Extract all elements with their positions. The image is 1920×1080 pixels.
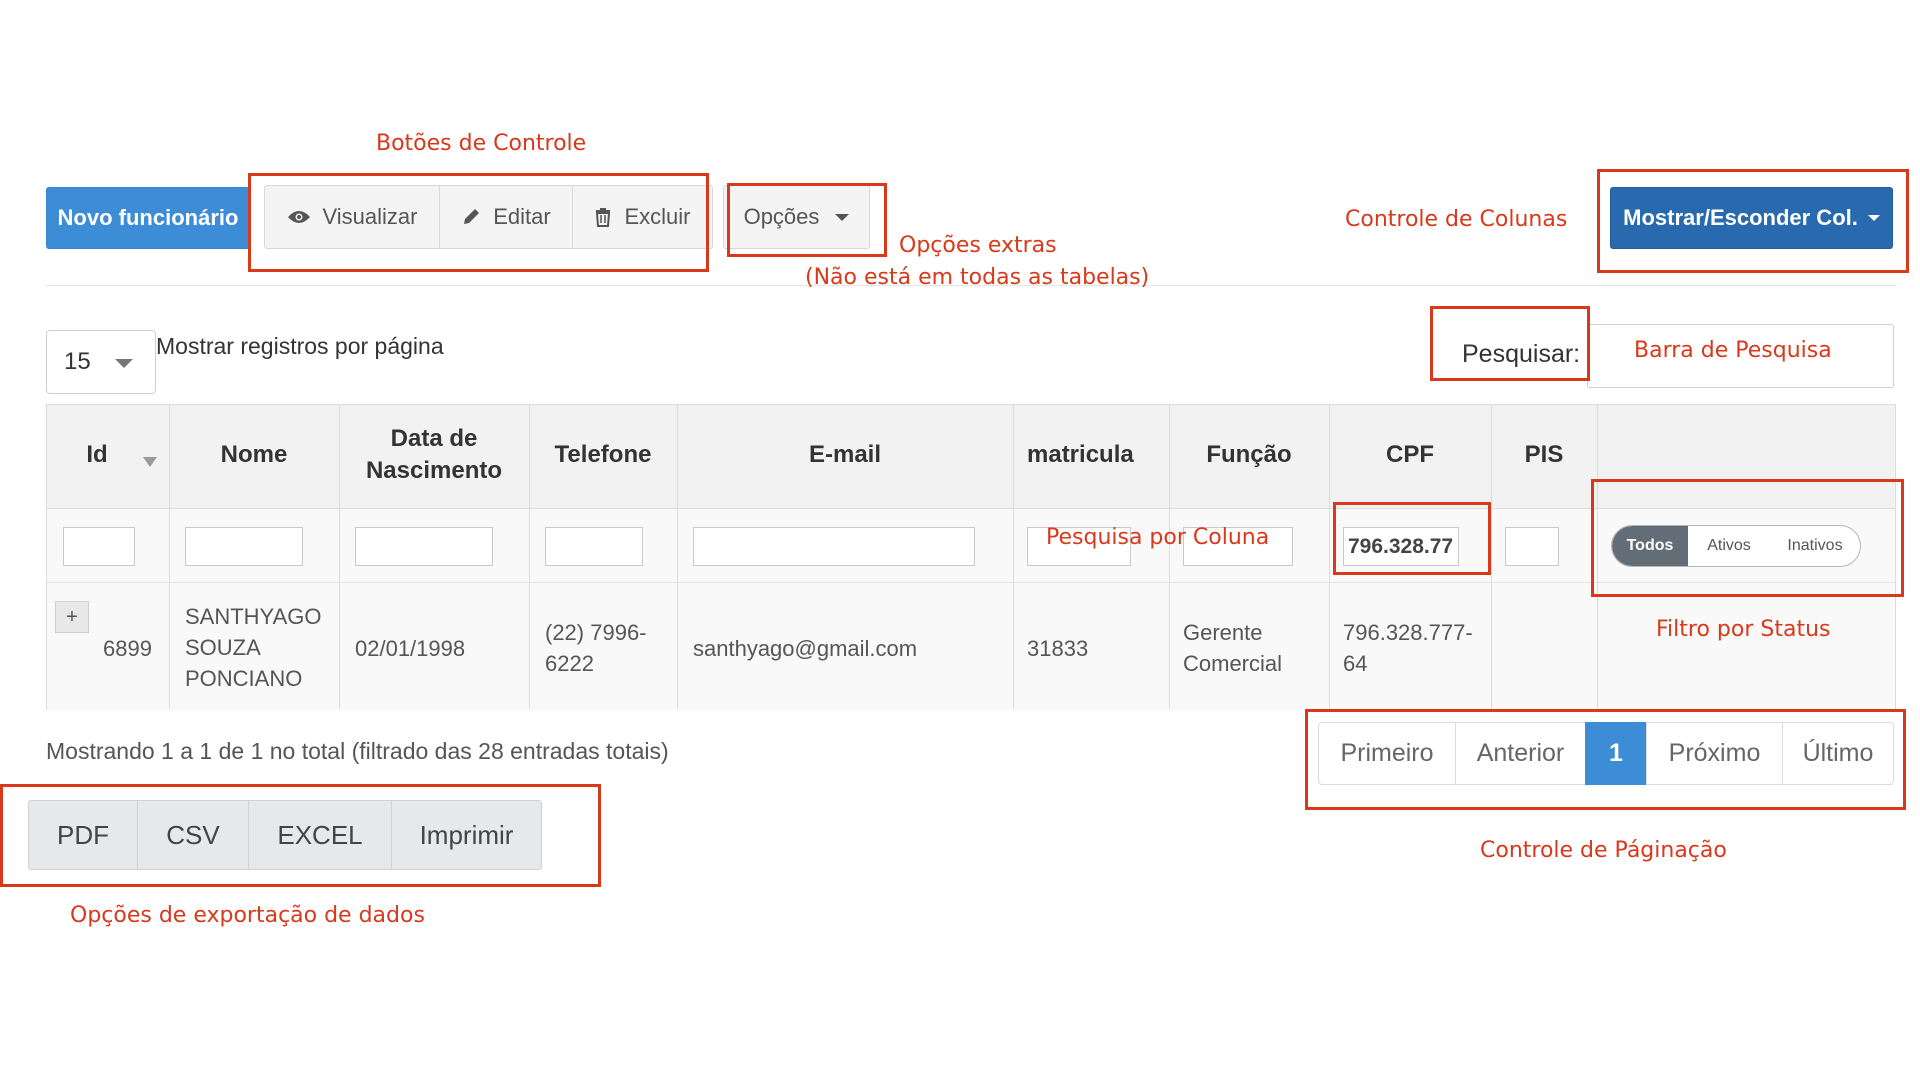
filter-nascimento-input[interactable] xyxy=(355,527,493,566)
cell-nascimento: 02/01/1998 xyxy=(355,636,466,661)
annotation-box-pagination xyxy=(1305,709,1906,810)
column-header-id[interactable]: Id xyxy=(47,439,147,471)
column-header-pis[interactable]: PIS xyxy=(1491,439,1597,471)
annotation-search-bar: Barra de Pesquisa xyxy=(1634,338,1832,363)
table-info-text: Mostrando 1 a 1 de 1 no total (filtrado … xyxy=(46,738,669,764)
cell-email: santhyago@gmail.com xyxy=(693,636,918,661)
column-header-telefone[interactable]: Telefone xyxy=(529,439,677,471)
cell-id: 6899 xyxy=(103,636,152,661)
annotation-box-export xyxy=(0,784,601,887)
column-header-email[interactable]: E-mail xyxy=(677,439,1013,471)
sort-desc-icon xyxy=(143,457,157,467)
annotation-box-status-filter xyxy=(1591,479,1904,597)
column-divider xyxy=(339,405,340,709)
cell-nome: SANTHYAGO SOUZA PONCIANO xyxy=(185,604,322,691)
cell-funcao: Gerente Comercial xyxy=(1183,620,1283,676)
new-employee-button[interactable]: Novo funcionário xyxy=(46,187,250,249)
cell-cpf: 796.328.777- 64 xyxy=(1343,620,1473,676)
page-length-label: Mostrar registros por página xyxy=(156,333,444,359)
caret-down-icon xyxy=(115,359,133,368)
column-header-nascimento[interactable]: Data de Nascimento xyxy=(359,423,509,487)
annotation-box-control-buttons xyxy=(248,173,709,272)
cell-telefone: (22) 7996- 6222 xyxy=(545,620,647,676)
filter-nome-input[interactable] xyxy=(185,527,303,566)
annotation-pagination-control: Controle de Páginação xyxy=(1480,838,1727,863)
annotation-extra-options-line2: (Não está em todas as tabelas) xyxy=(805,265,1150,290)
annotation-box-column-search xyxy=(1333,502,1491,575)
annotation-status-filter: Filtro por Status xyxy=(1656,617,1831,642)
table-row[interactable] xyxy=(47,583,1895,710)
filter-telefone-input[interactable] xyxy=(545,527,643,566)
page-length-select[interactable]: 15 xyxy=(46,330,156,394)
annotation-box-column-control xyxy=(1597,169,1909,273)
annotation-box-extra-options xyxy=(727,183,887,257)
filter-email-input[interactable] xyxy=(693,527,975,566)
annotation-export-options: Opções de exportação de dados xyxy=(70,903,425,928)
annotation-box-search xyxy=(1430,306,1590,381)
column-header-matricula[interactable]: matricula xyxy=(1013,439,1169,471)
filter-pis-input[interactable] xyxy=(1505,527,1559,566)
column-header-cpf[interactable]: CPF xyxy=(1329,439,1491,471)
annotation-column-search: Pesquisa por Coluna xyxy=(1046,525,1270,550)
page-length-value: 15 xyxy=(64,348,91,375)
column-header-nome[interactable]: Nome xyxy=(169,439,339,471)
column-header-funcao[interactable]: Função xyxy=(1169,439,1329,471)
row-expand-button[interactable]: + xyxy=(55,601,89,633)
annotation-control-buttons: Botões de Controle xyxy=(376,131,587,156)
annotation-extra-options-line1: Opções extras xyxy=(899,233,1057,258)
filter-id-input[interactable] xyxy=(63,527,135,566)
annotation-column-control: Controle de Colunas xyxy=(1345,207,1568,232)
cell-matricula: 31833 xyxy=(1027,636,1089,661)
